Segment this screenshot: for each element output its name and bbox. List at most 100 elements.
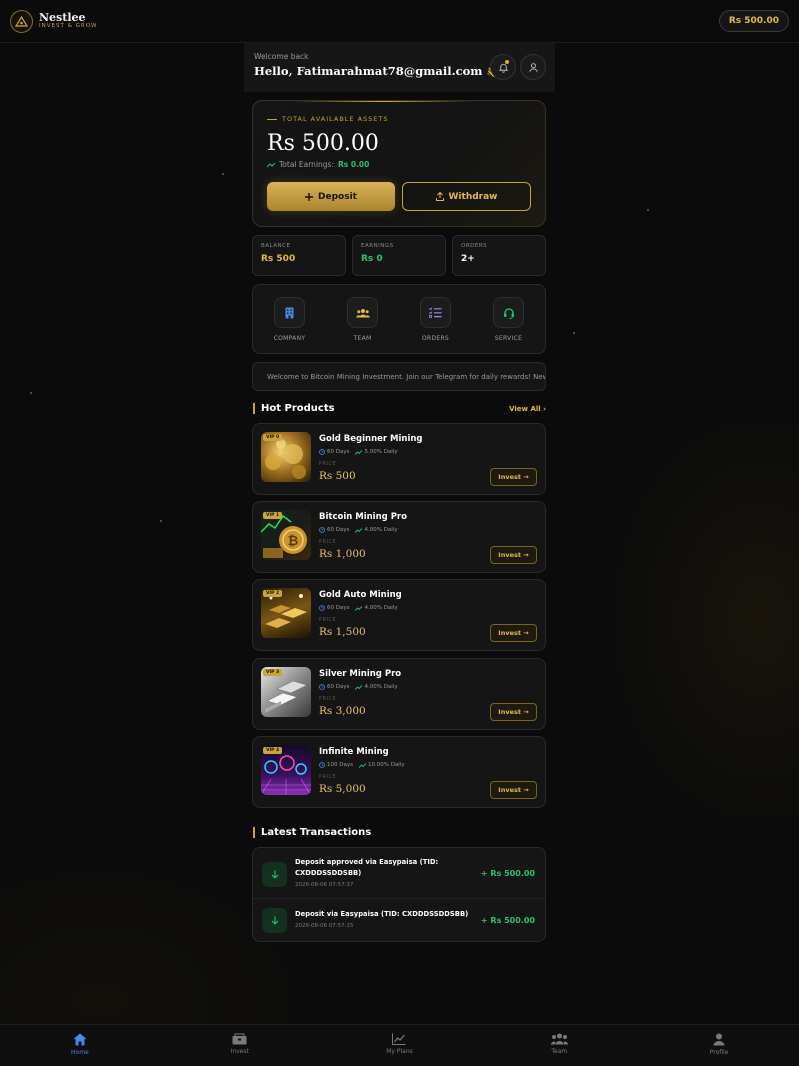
product-card[interactable]: VIP 0 Gold Beginner Mining 60 Days 5.00%… xyxy=(252,423,546,495)
vip-badge: VIP 2 xyxy=(263,590,283,597)
brand[interactable]: Nestlee INVEST & GROW xyxy=(10,9,97,33)
trend-up-icon xyxy=(355,449,363,455)
product-card[interactable]: VIP 2 Gold Auto Mining 60 Days 4.00% Dai… xyxy=(252,579,546,651)
hot-products-header: Hot Products View All › xyxy=(253,403,546,414)
product-image: VIP 2 xyxy=(261,588,311,638)
notification-dot xyxy=(505,60,509,64)
building-icon xyxy=(274,297,305,328)
transaction-title: Deposit via Easypaisa (TID: CXDDDSSDDSBB… xyxy=(295,910,469,918)
quick-team[interactable]: TEAM xyxy=(333,297,393,353)
assets-value: Rs 500.00 xyxy=(267,131,379,156)
announcement-marquee[interactable]: Welcome to Bitcoin Mining Investment. Jo… xyxy=(252,362,546,391)
clock-icon xyxy=(319,449,325,455)
vip-badge: VIP 0 xyxy=(263,434,283,441)
product-days: 60 Days xyxy=(327,605,350,611)
earnings-value: Rs 0.00 xyxy=(337,160,370,169)
user-icon xyxy=(528,62,538,72)
product-rate: 4.00% Daily xyxy=(355,605,398,611)
nav-home[interactable]: Home xyxy=(0,1025,160,1066)
withdraw-button[interactable]: Withdraw xyxy=(402,182,531,211)
product-daily: 5.00% Daily xyxy=(364,449,398,455)
notifications-button[interactable] xyxy=(490,54,516,80)
nav-label: Profile xyxy=(709,1049,729,1056)
product-image: VIP 3 xyxy=(261,667,311,717)
stat-label: ORDERS xyxy=(461,243,488,249)
clock-icon xyxy=(319,527,325,533)
users-icon xyxy=(347,297,378,328)
transaction-amount: + Rs 500.00 xyxy=(480,869,535,878)
price-label: PRICE xyxy=(319,696,337,702)
nav-my-plans[interactable]: My Plans xyxy=(320,1025,480,1066)
product-price: Rs 5,000 xyxy=(319,783,366,795)
product-card[interactable]: VIP 3 Silver Mining Pro 60 Days 4.00% Da… xyxy=(252,658,546,730)
product-daily: 4.00% Daily xyxy=(364,605,398,611)
nav-label: Home xyxy=(71,1049,89,1056)
trend-up-icon xyxy=(355,605,363,611)
product-name: Gold Beginner Mining xyxy=(319,434,423,444)
arrow-down-icon xyxy=(262,862,287,887)
quick-orders[interactable]: ORDERS xyxy=(406,297,466,353)
product-duration: 60 Days xyxy=(319,449,349,455)
assets-label-row: TOTAL AVAILABLE ASSETS xyxy=(267,115,531,123)
product-name: Infinite Mining xyxy=(319,747,389,757)
invest-button[interactable]: Invest → xyxy=(490,624,537,642)
announcement-text: Welcome to Bitcoin Mining Investment. Jo… xyxy=(267,372,546,381)
nav-profile[interactable]: Profile xyxy=(639,1025,799,1066)
product-rate: 4.00% Daily xyxy=(355,527,398,533)
product-name: Silver Mining Pro xyxy=(319,669,402,679)
quick-service[interactable]: SERVICE xyxy=(479,297,539,353)
stat-orders: ORDERS 2+ xyxy=(452,235,546,276)
star-dot xyxy=(160,520,162,522)
nav-label: Team xyxy=(551,1048,568,1055)
header-balance-badge[interactable]: Rs 500.00 xyxy=(718,10,789,32)
nav-team[interactable]: Team xyxy=(479,1025,639,1066)
transaction-time: 2026-08-06 07:57:15 xyxy=(295,923,354,929)
product-days: 60 Days xyxy=(327,527,350,533)
price-label: PRICE xyxy=(319,461,337,467)
invest-button[interactable]: Invest → xyxy=(490,468,537,486)
stat-value: Rs 500 xyxy=(261,254,296,264)
divider xyxy=(253,898,545,899)
headset-icon xyxy=(493,297,524,328)
stat-earnings: EARNINGS Rs 0 xyxy=(352,235,446,276)
deposit-label: Deposit xyxy=(318,191,357,202)
product-duration: 60 Days xyxy=(319,527,349,533)
trend-up-icon xyxy=(355,684,363,690)
profile-button[interactable] xyxy=(520,54,546,80)
trend-up-icon xyxy=(355,527,363,533)
brand-name: Nestlee xyxy=(39,11,86,24)
nav-label: My Plans xyxy=(386,1048,413,1055)
product-image: VIP 0 xyxy=(261,432,311,482)
price-label: PRICE xyxy=(319,774,337,780)
view-all-link[interactable]: View All › xyxy=(509,405,546,413)
product-rate: 5.00% Daily xyxy=(355,449,398,455)
product-image: ₿ VIP 1 xyxy=(261,510,311,560)
quick-label: SERVICE xyxy=(494,335,523,342)
stat-value: 2+ xyxy=(461,254,475,264)
product-meta: 60 Days 4.00% Daily xyxy=(319,527,398,533)
star-dot xyxy=(222,173,224,175)
top-bar: Nestlee INVEST & GROW Rs 500.00 xyxy=(0,0,799,43)
chart-line-icon xyxy=(392,1033,406,1045)
product-daily: 10.00% Daily xyxy=(367,762,405,768)
earnings-label: Total Earnings: xyxy=(279,160,334,169)
invest-button[interactable]: Invest → xyxy=(490,781,537,799)
product-days: 100 Days xyxy=(327,762,353,768)
earnings-row: Total Earnings: Rs 0.00 xyxy=(267,160,531,169)
star-dot xyxy=(647,209,649,211)
product-duration: 60 Days xyxy=(319,684,349,690)
invest-button[interactable]: Invest → xyxy=(490,546,537,564)
deposit-button[interactable]: Deposit xyxy=(267,182,395,211)
nav-invest[interactable]: Invest xyxy=(160,1025,320,1066)
arrow-down-icon xyxy=(262,908,287,933)
product-duration: 60 Days xyxy=(319,605,349,611)
assets-label: TOTAL AVAILABLE ASSETS xyxy=(282,115,389,123)
transaction-title: Deposit approved via Easypaisa (TID: CXD… xyxy=(295,858,439,877)
transaction-time: 2026-08-06 07:57:37 xyxy=(295,882,354,888)
product-card[interactable]: ₿ VIP 1 Bitcoin Mining Pro 60 Days 4.00%… xyxy=(252,501,546,573)
transactions-header: Latest Transactions xyxy=(253,827,546,838)
box-icon xyxy=(232,1033,247,1045)
invest-button[interactable]: Invest → xyxy=(490,703,537,721)
product-card[interactable]: VIP 4 Infinite Mining 100 Days 10.00% Da… xyxy=(252,736,546,808)
quick-company[interactable]: COMPANY xyxy=(260,297,320,353)
